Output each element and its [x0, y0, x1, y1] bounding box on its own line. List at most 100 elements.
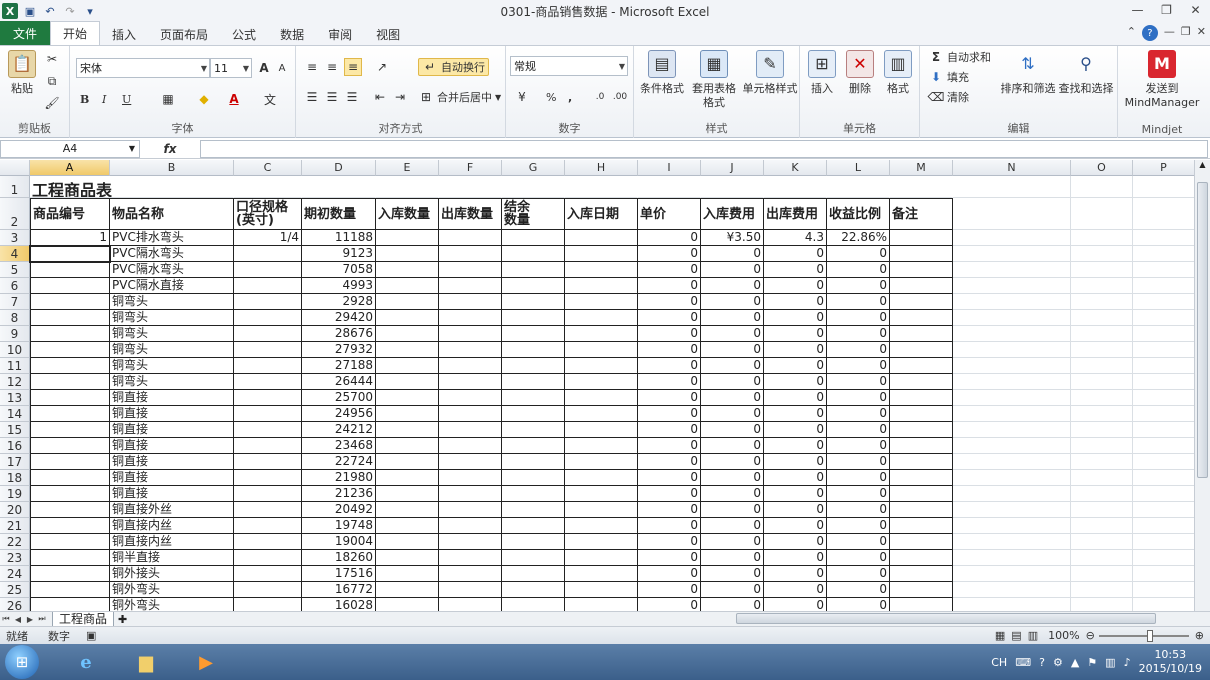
- empty-cell[interactable]: [565, 310, 638, 326]
- empty-cell[interactable]: [1133, 262, 1194, 278]
- cell-ratio[interactable]: 0: [827, 454, 890, 470]
- empty-cell[interactable]: [439, 550, 502, 566]
- align-bottom-button[interactable]: ≡: [344, 58, 362, 76]
- cell-qty[interactable]: 21236: [302, 486, 376, 502]
- row-header[interactable]: 5: [0, 262, 30, 278]
- column-header-o[interactable]: O: [1071, 160, 1133, 176]
- empty-cell[interactable]: [565, 246, 638, 262]
- empty-cell[interactable]: [953, 262, 1071, 278]
- cell-id[interactable]: [30, 550, 110, 566]
- cell-price[interactable]: 0: [638, 310, 701, 326]
- excel-app-icon[interactable]: X: [2, 3, 18, 19]
- column-header-h[interactable]: H: [565, 160, 638, 176]
- empty-cell[interactable]: [376, 534, 439, 550]
- cell-spec[interactable]: [234, 454, 302, 470]
- taskbar-explorer[interactable]: ▆: [119, 645, 173, 679]
- align-top-button[interactable]: ≡: [304, 58, 320, 76]
- empty-cell[interactable]: [890, 326, 953, 342]
- clear-button[interactable]: ⌫ 清除: [928, 88, 969, 106]
- empty-cell[interactable]: [1133, 582, 1194, 598]
- column-header-k[interactable]: K: [764, 160, 827, 176]
- empty-cell[interactable]: [953, 582, 1071, 598]
- cell-spec[interactable]: [234, 342, 302, 358]
- cell-spec[interactable]: [234, 310, 302, 326]
- font-color-button[interactable]: A: [226, 90, 242, 108]
- empty-cell[interactable]: [890, 278, 953, 294]
- empty-cell[interactable]: [953, 246, 1071, 262]
- empty-cell[interactable]: [439, 438, 502, 454]
- cell-spec[interactable]: [234, 502, 302, 518]
- vertical-scrollbar[interactable]: ▲: [1194, 160, 1210, 611]
- cell-ratio[interactable]: 0: [827, 326, 890, 342]
- cell-in_fee[interactable]: 0: [701, 598, 764, 611]
- column-header-j[interactable]: J: [701, 160, 764, 176]
- cell-name[interactable]: 铜弯头: [110, 374, 234, 390]
- empty-cell[interactable]: [502, 246, 565, 262]
- increase-decimal-button[interactable]: .0: [592, 88, 608, 106]
- empty-cell[interactable]: [439, 598, 502, 611]
- empty-cell[interactable]: [1133, 518, 1194, 534]
- help-tray-icon[interactable]: ?: [1039, 656, 1045, 669]
- empty-cell[interactable]: [890, 294, 953, 310]
- empty-cell[interactable]: [376, 326, 439, 342]
- cell-qty[interactable]: 22724: [302, 454, 376, 470]
- page-layout-view-icon[interactable]: ▤: [1011, 629, 1021, 642]
- cell-qty[interactable]: 4993: [302, 278, 376, 294]
- empty-cell[interactable]: [376, 486, 439, 502]
- cell-price[interactable]: 0: [638, 550, 701, 566]
- empty-cell[interactable]: [502, 534, 565, 550]
- show-hidden-icons[interactable]: ▲: [1071, 656, 1079, 669]
- empty-cell[interactable]: [890, 390, 953, 406]
- empty-cell[interactable]: [890, 582, 953, 598]
- empty-cell[interactable]: [376, 278, 439, 294]
- empty-cell[interactable]: [1071, 582, 1133, 598]
- cell-spec[interactable]: [234, 486, 302, 502]
- cell-out_fee[interactable]: 0: [764, 550, 827, 566]
- empty-cell[interactable]: [502, 278, 565, 294]
- empty-cell[interactable]: [953, 310, 1071, 326]
- empty-cell[interactable]: [890, 534, 953, 550]
- send-to-mindmanager-button[interactable]: M 发送到 MindManager: [1122, 50, 1202, 110]
- delete-cells-button[interactable]: ✕ 删除: [842, 50, 878, 96]
- empty-cell[interactable]: [376, 374, 439, 390]
- column-header-c[interactable]: C: [234, 160, 302, 176]
- close-icon[interactable]: ✕: [1181, 0, 1210, 20]
- restore-icon[interactable]: ❐: [1152, 0, 1181, 20]
- empty-cell[interactable]: [1071, 310, 1133, 326]
- row-header[interactable]: 4: [0, 246, 30, 262]
- empty-cell[interactable]: [953, 176, 1071, 198]
- zoom-out-icon[interactable]: ⊖: [1086, 629, 1095, 642]
- empty-cell[interactable]: [439, 342, 502, 358]
- cell-out_fee[interactable]: 0: [764, 262, 827, 278]
- cell-price[interactable]: 0: [638, 246, 701, 262]
- empty-cell[interactable]: [953, 454, 1071, 470]
- cell-in_fee[interactable]: 0: [701, 262, 764, 278]
- cell-in_fee[interactable]: 0: [701, 358, 764, 374]
- cell-in_fee[interactable]: ¥3.50: [701, 230, 764, 246]
- cell-ratio[interactable]: 0: [827, 422, 890, 438]
- empty-cell[interactable]: [890, 566, 953, 582]
- empty-cell[interactable]: [376, 230, 439, 246]
- cell-ratio[interactable]: 0: [827, 582, 890, 598]
- taskbar-media[interactable]: ▶: [179, 645, 233, 679]
- cell-in_fee[interactable]: 0: [701, 246, 764, 262]
- empty-cell[interactable]: [376, 454, 439, 470]
- cell-id[interactable]: [30, 390, 110, 406]
- row-header[interactable]: 23: [0, 550, 30, 566]
- cell-qty[interactable]: 18260: [302, 550, 376, 566]
- tab-page-layout[interactable]: 页面布局: [148, 23, 220, 45]
- empty-cell[interactable]: [376, 342, 439, 358]
- cell-name[interactable]: 铜直接内丝: [110, 534, 234, 550]
- empty-cell[interactable]: [953, 294, 1071, 310]
- cell-in_fee[interactable]: 0: [701, 582, 764, 598]
- cell-ratio[interactable]: 0: [827, 246, 890, 262]
- empty-cell[interactable]: [1071, 598, 1133, 611]
- prev-sheet-icon[interactable]: ◀: [12, 615, 24, 624]
- empty-cell[interactable]: [376, 390, 439, 406]
- empty-cell[interactable]: [953, 342, 1071, 358]
- cell-qty[interactable]: 2928: [302, 294, 376, 310]
- cell-price[interactable]: 0: [638, 566, 701, 582]
- empty-cell[interactable]: [439, 534, 502, 550]
- font-name-select[interactable]: 宋体 ▼: [76, 58, 210, 78]
- empty-cell[interactable]: [565, 342, 638, 358]
